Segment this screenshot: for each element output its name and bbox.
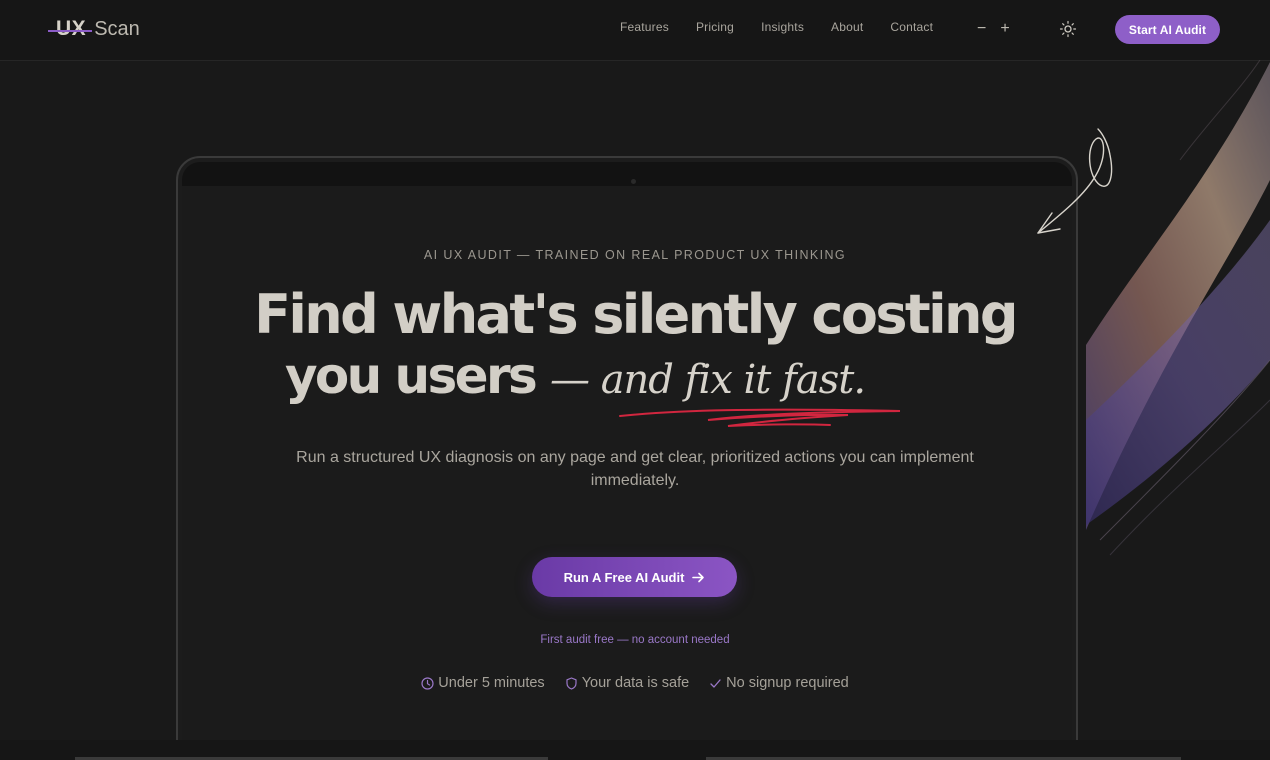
zoom-in-button[interactable]: + (1000, 19, 1009, 39)
red-scribble-underline (619, 408, 901, 427)
camera-dot (631, 179, 636, 184)
zoom-controls: − + (977, 19, 1010, 39)
top-nav-bar: UX Scan Features Pricing Insights About … (0, 0, 1270, 61)
zoom-out-button[interactable]: − (977, 19, 986, 39)
hero-eyebrow: AI UX AUDIT — TRAINED ON REAL PRODUCT UX… (423, 248, 847, 262)
badge-safety-label: Your data is safe (581, 675, 690, 691)
nav-link-features[interactable]: Features (620, 20, 669, 34)
nav-links: Features Pricing Insights About Contact (620, 20, 960, 34)
badge-time: Under 5 minutes (421, 675, 545, 691)
check-icon (710, 678, 721, 688)
laptop-bezel (182, 162, 1072, 186)
hand-drawn-arrow-icon (1037, 128, 1113, 234)
clock-icon (421, 676, 434, 690)
badge-time-label: Under 5 minutes (438, 675, 545, 691)
start-audit-button[interactable]: Start AI Audit (1115, 15, 1220, 44)
badge-safety: Your data is safe (565, 675, 689, 691)
hero-headline-italic: — and fix it fast. (549, 357, 866, 403)
hero-headline-strong: you users (284, 347, 538, 405)
nav-link-about[interactable]: About (831, 20, 863, 34)
run-free-audit-label: Run A Free AI Audit (563, 569, 685, 585)
logo[interactable]: UX Scan (48, 15, 140, 43)
sun-icon (1059, 20, 1077, 38)
nav-link-contact[interactable]: Contact (890, 20, 933, 34)
badge-signup-label: No signup required (726, 675, 849, 691)
nav-link-pricing[interactable]: Pricing (696, 20, 734, 34)
run-free-audit-button[interactable]: Run A Free AI Audit (532, 557, 737, 597)
free-audit-note: First audit free — no account needed (540, 634, 730, 646)
trust-badges: Under 5 minutes Your data is safe No sig… (0, 675, 1270, 691)
nav-link-insights[interactable]: Insights (761, 20, 804, 34)
badge-signup: No signup required (709, 675, 849, 691)
hero-headline-line2: you users — and fix it fast. (0, 346, 1210, 410)
theme-toggle-button[interactable] (1059, 20, 1077, 38)
shield-icon (566, 676, 577, 690)
logo-mark: UX (48, 17, 93, 41)
arrow-right-icon (692, 572, 705, 582)
hero-headline-line1: Find what's silently costing (254, 283, 1018, 346)
hero-subtitle: Run a structured UX diagnosis on any pag… (296, 449, 974, 489)
logo-wordmark: Scan (94, 17, 140, 40)
